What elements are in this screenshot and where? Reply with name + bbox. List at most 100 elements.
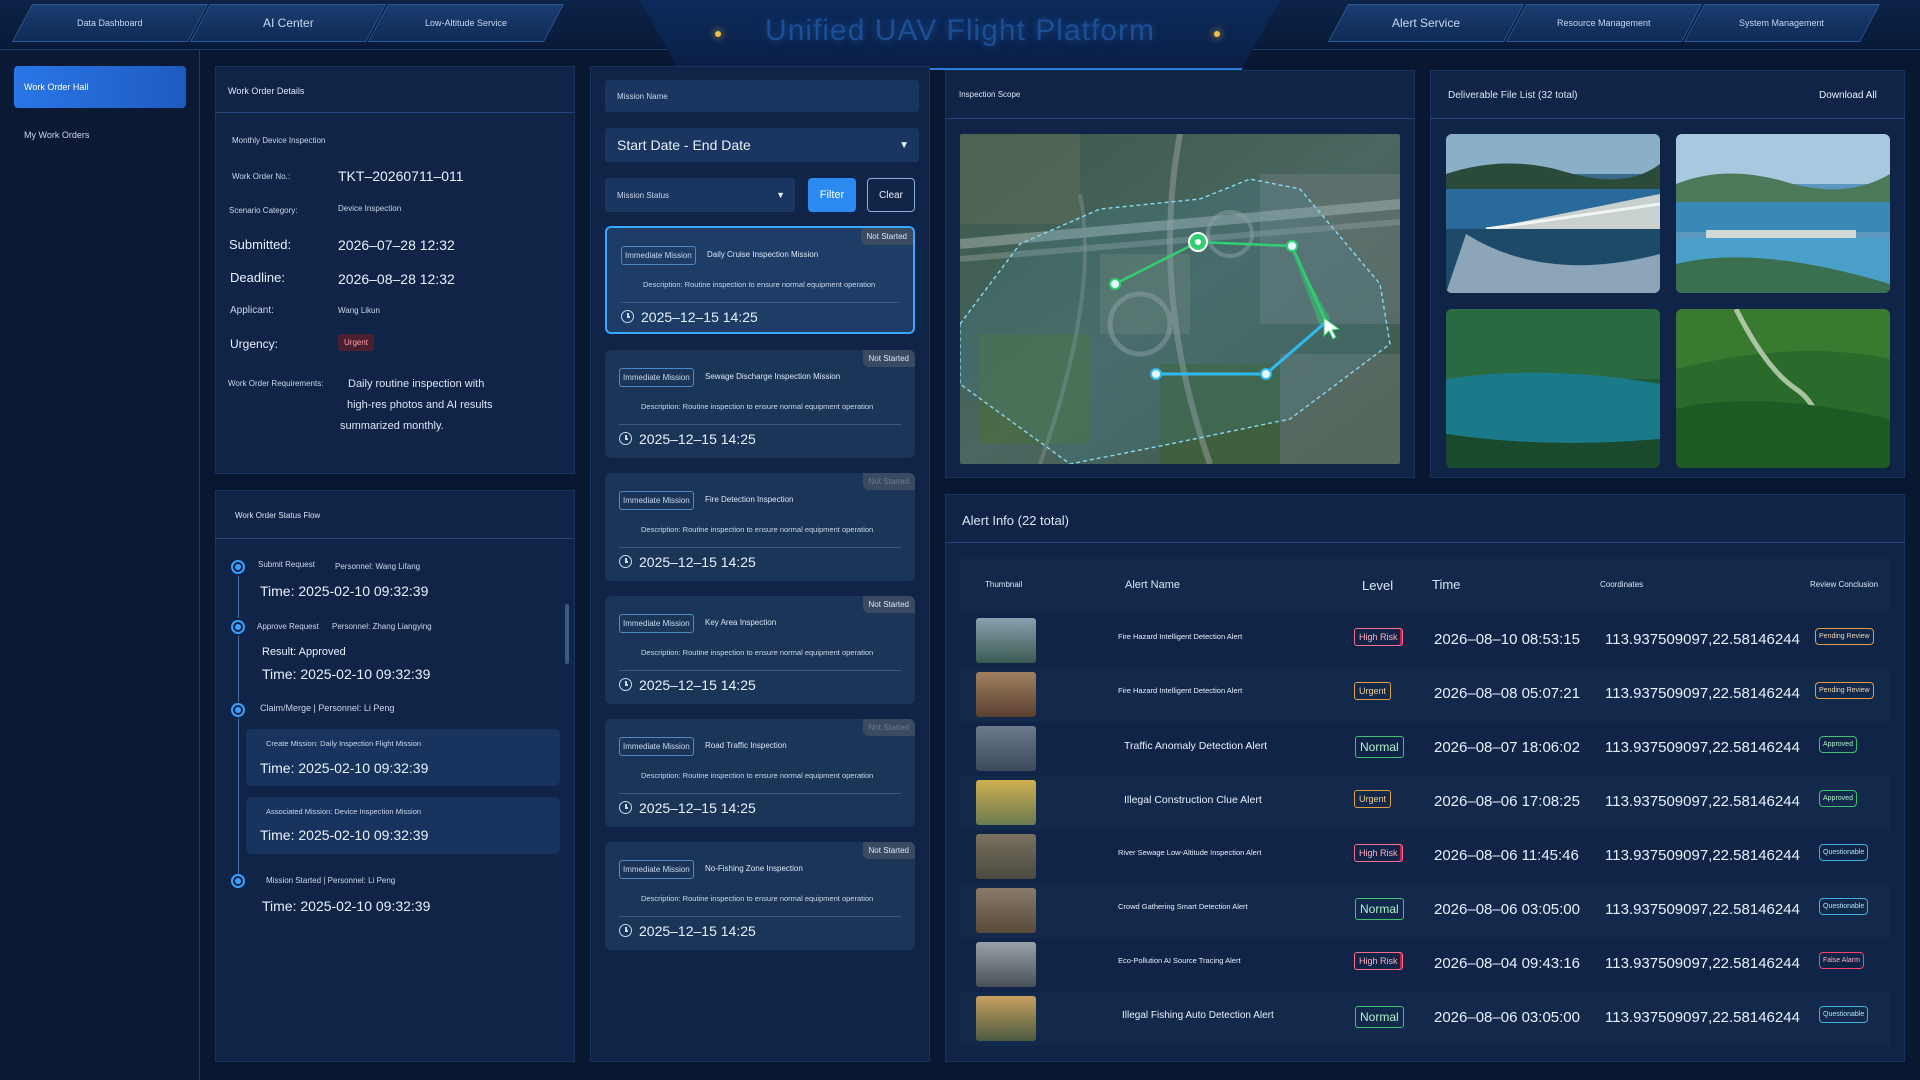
mission-type-badge: Immediate Mission [619, 737, 694, 756]
alert-thumbnail[interactable] [976, 672, 1036, 717]
platform-title: Unified UAV Flight Platform [765, 14, 1155, 47]
review-conclusion-badge[interactable]: Questionable [1819, 1006, 1869, 1023]
nav-tab-alert-service[interactable]: Alert Service [1327, 4, 1525, 42]
column-header: Review Conclusion [1810, 580, 1879, 589]
level-badge: Normal [1355, 736, 1404, 758]
alert-time: 2026–08–06 11:45:46 [1434, 847, 1579, 864]
alert-thumbnail[interactable] [976, 618, 1036, 663]
sub-step-time: Time: 2025-02-10 09:32:39 [260, 760, 429, 776]
timeline-node-icon [231, 703, 245, 717]
nav-tab-label: AI Center [262, 16, 314, 30]
nav-tab-label: Resource Management [1557, 18, 1651, 28]
alert-thumbnail[interactable] [976, 726, 1036, 771]
mission-card[interactable]: Not Started Immediate Mission Sewage Disch… [605, 350, 915, 458]
deliverable-thumbnail[interactable] [1446, 309, 1660, 468]
nav-tab-ai-center[interactable]: AI Center [189, 4, 387, 42]
chevron-down-icon: ▼ [776, 190, 785, 200]
filter-button[interactable]: Filter [808, 178, 856, 212]
review-conclusion-badge[interactable]: Questionable [1819, 898, 1869, 915]
alert-name: Crowd Gathering Smart Detection Alert [1118, 902, 1248, 911]
divider [215, 112, 575, 113]
mission-status-select[interactable]: Mission Status ▼ [605, 178, 795, 212]
chevron-down-icon: ▼ [899, 139, 909, 151]
mission-date: 2025–12–15 14:25 [639, 554, 756, 570]
review-conclusion-badge[interactable]: Approved [1819, 790, 1857, 807]
download-all-link[interactable]: Download All [1819, 90, 1877, 101]
urgency-label: Urgency: [230, 337, 279, 351]
status-badge: Not Started [862, 473, 915, 490]
sidebar-item-my-work-orders[interactable]: My Work Orders [24, 130, 89, 140]
sidebar-item-work-order-hall[interactable]: Work Order Hall [14, 66, 186, 108]
applicant-label: Applicant: [230, 305, 274, 316]
deliverable-thumbnail[interactable] [1676, 309, 1890, 468]
sub-step-title: Associated Mission: Device Inspection Mi… [266, 807, 422, 816]
table-header [960, 558, 1890, 612]
mission-description: Description: Routine inspection to ensur… [641, 894, 874, 903]
deliverable-thumbnail[interactable] [1446, 134, 1660, 293]
review-conclusion-badge[interactable]: Pending Review [1815, 682, 1874, 699]
mission-card[interactable]: Not Started Immediate Mission Daily Cruise… [605, 226, 915, 334]
mission-type-badge: Immediate Mission [619, 614, 694, 633]
alert-coordinates: 113.937509097,22.58146244 [1605, 955, 1800, 972]
mission-card[interactable]: Not Started Immediate Mission Road Traffic… [605, 719, 915, 827]
timeline-node-icon [231, 620, 245, 634]
mission-card[interactable]: Not Started Immediate Mission No-Fishing Z… [605, 842, 915, 950]
review-conclusion-badge[interactable]: Approved [1819, 736, 1857, 753]
alert-name: Eco-Pollution AI Source Tracing Alert [1118, 956, 1241, 965]
review-conclusion-badge[interactable]: False Alarm [1819, 952, 1864, 969]
level-badge: Urgent [1354, 790, 1392, 808]
work-order-name: Monthly Device Inspection [232, 136, 326, 145]
requirements-line: summarized monthly. [340, 420, 444, 432]
clear-button[interactable]: Clear [867, 178, 915, 212]
inspection-map[interactable] [960, 134, 1400, 464]
alert-time: 2026–08–04 09:43:16 [1434, 955, 1580, 972]
dam-spillway-image [1446, 134, 1660, 293]
aerial-map-image [960, 134, 1400, 464]
deliverable-thumbnail[interactable] [1676, 134, 1890, 293]
mission-card[interactable]: Not Started Immediate Mission Fire Detecti… [605, 473, 915, 581]
alert-coordinates: 113.937509097,22.58146244 [1605, 685, 1800, 702]
panel-title: Work Order Status Flow [235, 511, 321, 520]
alert-time: 2026–08–06 03:05:00 [1434, 1009, 1580, 1026]
alert-thumbnail[interactable] [976, 942, 1036, 987]
alert-time: 2026–08–08 05:07:21 [1434, 685, 1580, 702]
alert-name: Illegal Construction Clue Alert [1124, 794, 1262, 806]
divider [619, 916, 901, 917]
forest-river-image [1676, 309, 1890, 468]
panel-title: Alert Info (22 total) [962, 513, 1069, 528]
column-header: Time [1432, 577, 1461, 592]
alert-thumbnail[interactable] [976, 780, 1036, 825]
alert-time: 2026–08–07 18:06:02 [1434, 739, 1580, 756]
mission-type-badge: Immediate Mission [621, 246, 696, 265]
divider [945, 118, 1415, 119]
mission-name: No-Fishing Zone Inspection [705, 864, 803, 873]
nav-tab-data-dashboard[interactable]: Data Dashboard [11, 4, 209, 42]
nav-tab-resource-management[interactable]: Resource Management [1505, 4, 1703, 42]
reservoir-dam-image [1676, 134, 1890, 293]
sidebar [0, 50, 200, 1080]
title-ornament-icon [715, 31, 721, 37]
alert-thumbnail[interactable] [976, 888, 1036, 933]
nav-tab-label: System Management [1739, 18, 1825, 28]
mission-name: Road Traffic Inspection [705, 741, 787, 750]
alert-thumbnail[interactable] [976, 996, 1036, 1041]
nav-tab-low-altitude-service[interactable]: Low-Altitude Service [367, 4, 565, 42]
level-badge: Urgent [1354, 682, 1392, 700]
mission-card[interactable]: Not Started Immediate Mission Key Area Ins… [605, 596, 915, 704]
date-range-picker[interactable]: Start Date - End Date ▼ [605, 128, 919, 162]
step-title: Submit Request [258, 560, 315, 569]
scrollbar-thumb[interactable] [565, 604, 569, 664]
alert-thumbnail[interactable] [976, 834, 1036, 879]
mission-type-badge: Immediate Mission [619, 368, 694, 387]
step-time: Time: 2025-02-10 09:32:39 [262, 666, 431, 682]
divider [619, 670, 901, 671]
review-conclusion-badge[interactable]: Questionable [1819, 844, 1869, 861]
forest-lake-image [1446, 309, 1660, 468]
mission-name-input[interactable]: Mission Name [605, 80, 919, 112]
alert-name: Fire Hazard Intelligent Detection Alert [1118, 632, 1243, 641]
mission-type-badge: Immediate Mission [619, 860, 694, 879]
step-personnel: Personnel: Zhang Liangying [332, 622, 432, 631]
nav-tab-system-management[interactable]: System Management [1683, 4, 1881, 42]
review-conclusion-badge[interactable]: Pending Review [1815, 628, 1874, 645]
alert-name: River Sewage Low-Altitude Inspection Ale… [1118, 848, 1262, 857]
